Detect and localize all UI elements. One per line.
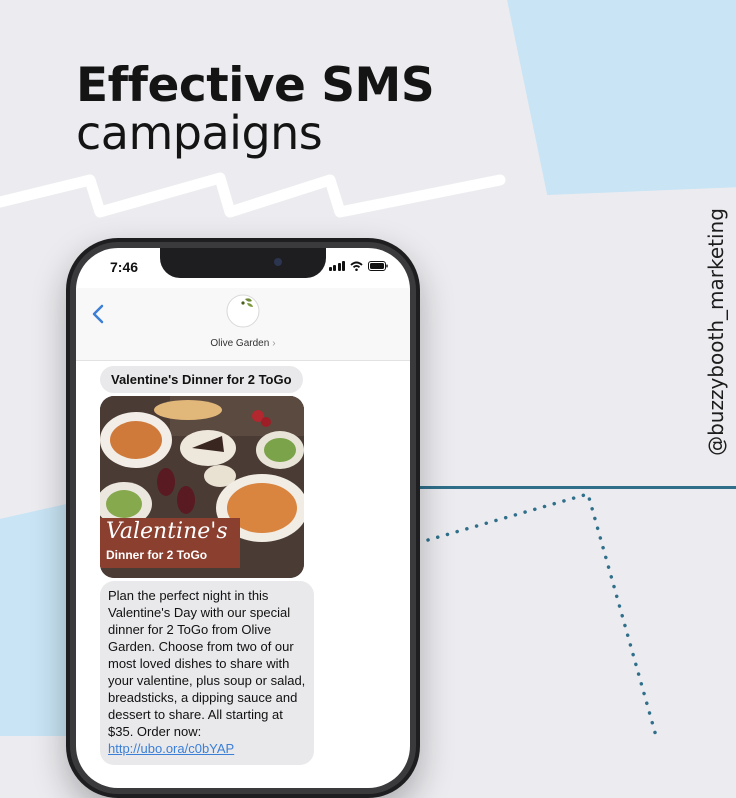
phone-mockup: 7:46 Olive Garden › Valentine's Dinner f… xyxy=(66,238,420,798)
social-handle: @buzzybooth_marketing xyxy=(704,208,728,456)
message-link[interactable]: http://ubo.ora/c0bYAP xyxy=(108,741,234,756)
wifi-icon xyxy=(350,261,363,271)
image-banner-subtitle: Dinner for 2 ToGo xyxy=(106,548,208,562)
conversation-header: Olive Garden › xyxy=(76,288,410,361)
olive-garden-logo[interactable] xyxy=(223,294,263,328)
phone-notch xyxy=(160,248,326,278)
chevron-right-icon: › xyxy=(272,338,276,349)
message-bubble-title[interactable]: Valentine's Dinner for 2 ToGo xyxy=(100,366,303,393)
message-text: Plan the perfect night in this Valentine… xyxy=(108,588,306,739)
phone-screen: 7:46 Olive Garden › Valentine's Dinner f… xyxy=(76,248,410,788)
message-image[interactable]: Valentine's Dinner for 2 ToGo xyxy=(100,396,304,578)
headline: Effective SMS campaigns xyxy=(76,58,435,157)
squiggle-decoration xyxy=(0,172,506,218)
contact-name[interactable]: Olive Garden › xyxy=(76,338,410,349)
status-icons xyxy=(328,261,389,271)
image-banner-title: Valentine's xyxy=(106,519,228,544)
signal-icon xyxy=(328,261,345,271)
battery-icon xyxy=(368,261,388,271)
message-bubble-body[interactable]: Plan the perfect night in this Valentine… xyxy=(100,581,314,765)
status-time: 7:46 xyxy=(110,259,139,275)
chevron-left-icon[interactable] xyxy=(92,304,104,324)
headline-line1: Effective SMS xyxy=(76,58,435,113)
